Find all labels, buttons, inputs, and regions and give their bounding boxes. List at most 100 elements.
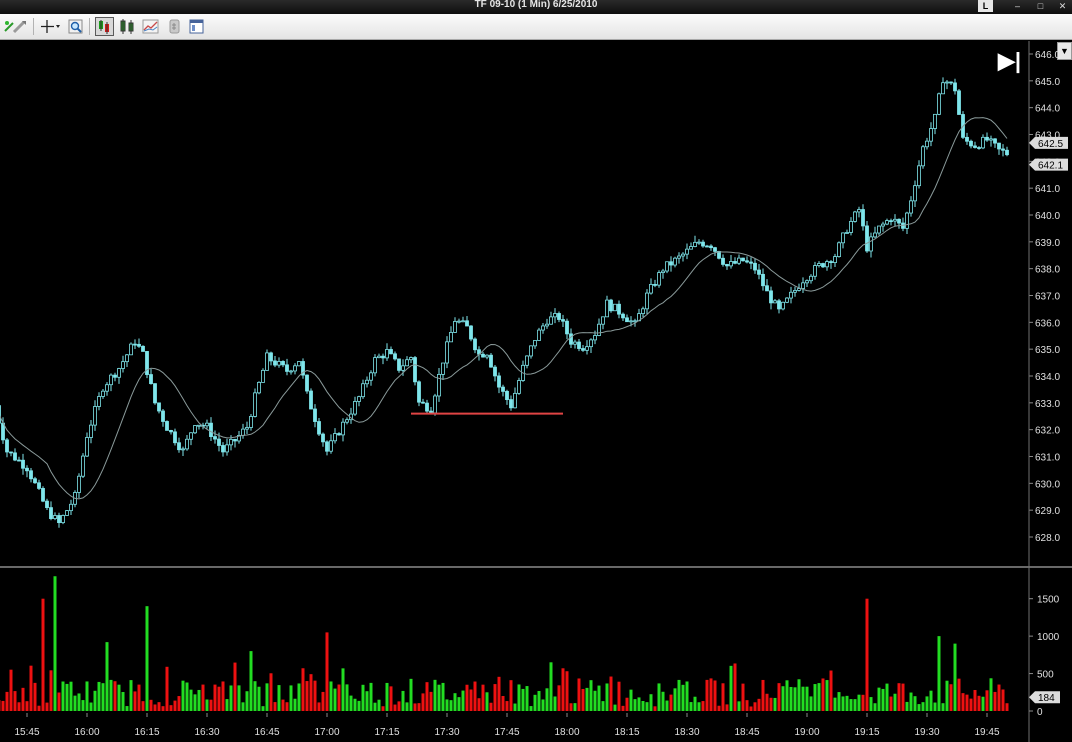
candle-body xyxy=(121,361,125,369)
candle-body xyxy=(173,431,177,444)
candle-body xyxy=(273,360,277,366)
volume-bar xyxy=(313,680,317,711)
candle-body xyxy=(257,381,261,394)
strategy-icon[interactable] xyxy=(165,17,184,36)
volume-bar xyxy=(921,702,925,711)
price-tick-label: 646.0 xyxy=(1035,50,1060,61)
volume-bar xyxy=(289,685,293,711)
volume-bar xyxy=(121,692,125,711)
candle-body xyxy=(417,381,421,403)
volume-bar xyxy=(905,701,909,711)
candle-body xyxy=(593,335,597,341)
candlestick-icon[interactable] xyxy=(118,17,137,36)
candle-body xyxy=(473,338,477,351)
candle-body xyxy=(913,185,917,202)
volume-bar xyxy=(281,699,285,711)
bar-style-icon[interactable] xyxy=(95,17,114,36)
volume-bar xyxy=(453,693,457,711)
indicator-icon[interactable] xyxy=(141,17,160,36)
volume-bar xyxy=(985,690,989,711)
candle-body xyxy=(673,257,677,266)
candle-body xyxy=(677,255,681,259)
volume-bar xyxy=(641,700,645,711)
volume-bar xyxy=(33,682,37,711)
maximize-button[interactable]: □ xyxy=(1033,0,1048,12)
candle-body xyxy=(61,515,65,524)
volume-bar xyxy=(165,666,169,711)
candle-body xyxy=(109,374,113,386)
volume-bar xyxy=(293,698,297,711)
candle-body xyxy=(45,500,49,509)
candle-body xyxy=(569,333,573,345)
volume-bar xyxy=(269,673,273,711)
candle-body xyxy=(53,515,57,519)
candle-body xyxy=(293,365,297,372)
volume-bar xyxy=(973,690,977,711)
candle-body xyxy=(281,361,285,366)
candles-layer xyxy=(0,77,1009,528)
candle-body xyxy=(77,475,81,493)
moving-average-line xyxy=(0,117,1008,500)
candle-body xyxy=(489,354,493,368)
volume-bar xyxy=(769,697,773,711)
candle-body xyxy=(217,438,221,446)
candle-body xyxy=(17,459,21,462)
zoom-icon[interactable] xyxy=(66,17,85,36)
volume-bar xyxy=(957,678,961,711)
volume-bar xyxy=(813,684,817,711)
volume-bar xyxy=(297,683,301,711)
time-tick-label: 16:30 xyxy=(194,727,219,738)
volume-bar xyxy=(369,682,373,711)
candle-body xyxy=(881,223,885,227)
time-tick-label: 18:45 xyxy=(734,727,759,738)
volume-bar xyxy=(805,686,809,711)
candle-body xyxy=(857,209,861,213)
candle-body xyxy=(9,451,13,454)
volume-bar xyxy=(285,702,289,711)
candle-body xyxy=(361,383,365,398)
candle-body xyxy=(925,140,929,148)
crosshair-icon[interactable] xyxy=(38,17,60,36)
volume-bar xyxy=(741,683,745,711)
volume-bar xyxy=(565,671,569,711)
volume-bar xyxy=(533,694,537,711)
volume-bar xyxy=(473,681,477,711)
candle-body xyxy=(809,275,813,282)
candle-body xyxy=(229,438,233,446)
candle-body xyxy=(157,402,161,412)
close-button[interactable]: ✕ xyxy=(1055,0,1070,12)
candle-body xyxy=(801,282,805,289)
candle-body xyxy=(297,361,301,367)
candle-body xyxy=(665,261,669,272)
minimize-button[interactable]: – xyxy=(1010,0,1025,12)
volume-bar xyxy=(665,700,669,711)
candle-body xyxy=(813,265,817,277)
volume-bar xyxy=(989,678,993,711)
jump-to-end-button[interactable]: ▶| xyxy=(997,48,1021,73)
volume-tick-label: 0 xyxy=(1037,707,1043,718)
layout-button[interactable]: L xyxy=(978,0,993,12)
volume-bar xyxy=(909,692,913,711)
time-tick-label: 16:00 xyxy=(74,727,99,738)
candle-body xyxy=(65,510,69,516)
time-tick-label: 18:30 xyxy=(674,727,699,738)
candle-body xyxy=(513,392,517,409)
candle-body xyxy=(765,285,769,292)
price-chart[interactable]: 628.0 629.0 630.0 631.0 632.0 633.0 634.0 635.0… xyxy=(0,41,1072,742)
time-tick-label: 18:15 xyxy=(614,727,639,738)
volume-bar xyxy=(209,699,213,711)
pointer-icon[interactable] xyxy=(10,17,29,36)
volume-bar xyxy=(729,665,733,711)
properties-icon[interactable] xyxy=(187,17,206,36)
volume-bar xyxy=(5,691,9,711)
candle-body xyxy=(849,221,853,233)
candle-body xyxy=(25,467,29,472)
volume-bar xyxy=(941,703,945,711)
volume-bar xyxy=(997,684,1001,711)
volume-bar xyxy=(857,694,861,711)
candle-body xyxy=(933,113,937,129)
candle-body xyxy=(949,81,953,84)
volume-bar xyxy=(237,685,241,711)
candle-body xyxy=(409,357,413,361)
candle-body xyxy=(825,261,829,268)
